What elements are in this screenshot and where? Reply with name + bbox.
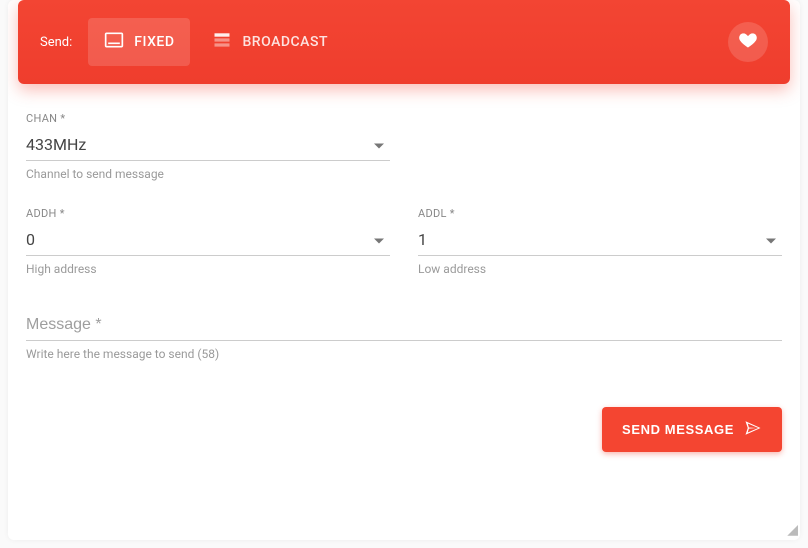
broadcast-icon bbox=[212, 30, 232, 54]
send-label: Send: bbox=[40, 35, 72, 50]
actions-row: SEND MESSAGE bbox=[8, 407, 800, 452]
addh-value: 0 bbox=[26, 230, 35, 249]
addl-field: ADDL * 1 Low address bbox=[418, 207, 782, 276]
chan-helper: Channel to send message bbox=[26, 167, 390, 181]
tab-fixed-label: FIXED bbox=[134, 34, 174, 50]
send-message-card: Send: FIXED BROADCAST CHAN * 433MHz bbox=[8, 0, 800, 540]
header-bar: Send: FIXED BROADCAST bbox=[18, 0, 790, 84]
chan-field: CHAN * 433MHz Channel to send message bbox=[26, 112, 390, 181]
addh-helper: High address bbox=[26, 262, 390, 276]
addh-label: ADDH * bbox=[26, 207, 390, 220]
chan-label: CHAN * bbox=[26, 112, 390, 125]
addl-label: ADDL * bbox=[418, 207, 782, 220]
chan-select[interactable]: 433MHz bbox=[26, 131, 390, 161]
heart-icon bbox=[738, 30, 758, 54]
chan-value: 433MHz bbox=[26, 135, 86, 154]
addl-select[interactable]: 1 bbox=[418, 226, 782, 256]
tab-fixed[interactable]: FIXED bbox=[88, 18, 190, 66]
addh-field: ADDH * 0 High address bbox=[26, 207, 390, 276]
addl-value: 1 bbox=[418, 230, 427, 249]
favorite-button[interactable] bbox=[728, 22, 768, 62]
fixed-icon bbox=[104, 30, 124, 54]
resize-handle-icon: ◢ bbox=[787, 522, 798, 538]
addh-select[interactable]: 0 bbox=[26, 226, 390, 256]
form-body: CHAN * 433MHz Channel to send message AD… bbox=[8, 84, 800, 407]
send-button-label: SEND MESSAGE bbox=[622, 422, 734, 437]
send-message-button[interactable]: SEND MESSAGE bbox=[602, 407, 782, 452]
send-icon bbox=[744, 419, 762, 440]
tab-broadcast[interactable]: BROADCAST bbox=[196, 18, 344, 66]
message-helper: Write here the message to send (58) bbox=[26, 347, 782, 361]
message-field: Write here the message to send (58) bbox=[26, 312, 782, 361]
message-input[interactable] bbox=[26, 312, 782, 341]
tab-broadcast-label: BROADCAST bbox=[242, 34, 328, 50]
addl-helper: Low address bbox=[418, 262, 782, 276]
